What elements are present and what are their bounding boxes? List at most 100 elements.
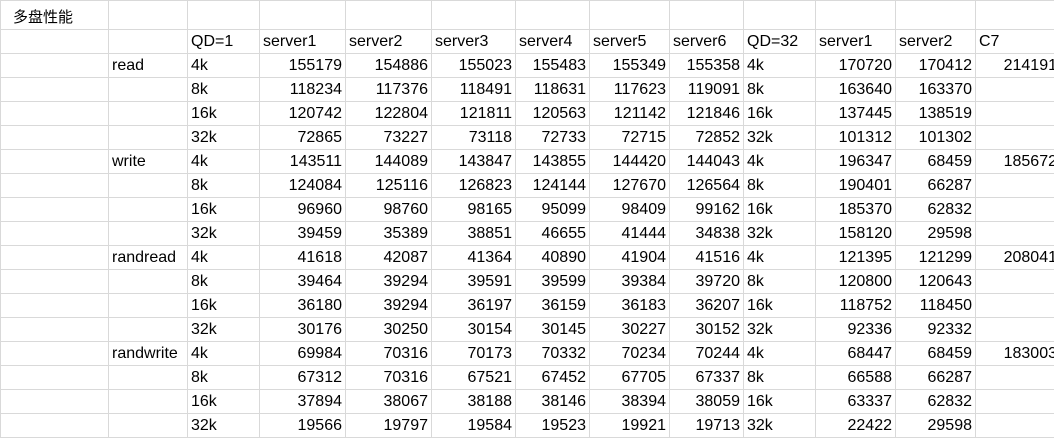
value-server5[interactable]: 70234 — [589, 341, 670, 366]
value-server1[interactable]: 19566 — [259, 413, 346, 438]
header-server5[interactable]: server5 — [589, 29, 670, 54]
value-server2[interactable]: 154886 — [345, 53, 432, 78]
value-server1[interactable]: 96960 — [259, 197, 346, 222]
value-server2[interactable]: 117376 — [345, 77, 432, 102]
header-server3[interactable]: server3 — [431, 29, 516, 54]
value-server4[interactable]: 70332 — [515, 341, 590, 366]
value-server6[interactable]: 39720 — [669, 269, 744, 294]
value-server4[interactable]: 120563 — [515, 101, 590, 126]
value-server5[interactable]: 39384 — [589, 269, 670, 294]
value-server5[interactable]: 127670 — [589, 173, 670, 198]
cell[interactable] — [0, 365, 109, 390]
cell[interactable] — [669, 0, 744, 30]
value-server1-qd32[interactable]: 170720 — [815, 53, 896, 78]
block-size-qd32[interactable]: 8k — [743, 77, 816, 102]
block-size-qd32[interactable]: 32k — [743, 125, 816, 150]
block-size-qd32[interactable]: 32k — [743, 221, 816, 246]
header-server6[interactable]: server6 — [669, 29, 744, 54]
value-server2-qd32[interactable]: 120643 — [895, 269, 976, 294]
block-size-qd1[interactable]: 16k — [187, 101, 260, 126]
value-server5[interactable]: 144420 — [589, 149, 670, 174]
value-server3[interactable]: 118491 — [431, 77, 516, 102]
value-server4[interactable]: 72733 — [515, 125, 590, 150]
value-server4[interactable]: 118631 — [515, 77, 590, 102]
operation-label[interactable] — [108, 173, 188, 198]
value-server4[interactable]: 67452 — [515, 365, 590, 390]
value-server3[interactable]: 67521 — [431, 365, 516, 390]
value-server2[interactable]: 39294 — [345, 293, 432, 318]
operation-label[interactable] — [108, 77, 188, 102]
cell[interactable] — [431, 0, 516, 30]
value-server2[interactable]: 30250 — [345, 317, 432, 342]
value-server1-qd32[interactable]: 92336 — [815, 317, 896, 342]
value-server2[interactable]: 73227 — [345, 125, 432, 150]
value-c7[interactable] — [975, 77, 1054, 102]
value-c7[interactable]: 183003 — [975, 341, 1054, 366]
value-server3[interactable]: 36197 — [431, 293, 516, 318]
value-server1[interactable]: 124084 — [259, 173, 346, 198]
value-server6[interactable]: 126564 — [669, 173, 744, 198]
value-server3[interactable]: 38851 — [431, 221, 516, 246]
block-size-qd1[interactable]: 16k — [187, 389, 260, 414]
block-size-qd1[interactable]: 32k — [187, 221, 260, 246]
cell[interactable] — [0, 29, 109, 54]
value-server4[interactable]: 36159 — [515, 293, 590, 318]
value-server1-qd32[interactable]: 196347 — [815, 149, 896, 174]
block-size-qd1[interactable]: 16k — [187, 197, 260, 222]
header-server1[interactable]: server1 — [259, 29, 346, 54]
block-size-qd1[interactable]: 32k — [187, 125, 260, 150]
block-size-qd1[interactable]: 8k — [187, 173, 260, 198]
block-size-qd32[interactable]: 8k — [743, 173, 816, 198]
value-server6[interactable]: 119091 — [669, 77, 744, 102]
value-server1[interactable]: 143511 — [259, 149, 346, 174]
value-server2-qd32[interactable]: 66287 — [895, 365, 976, 390]
value-server5[interactable]: 72715 — [589, 125, 670, 150]
cell[interactable] — [0, 101, 109, 126]
value-server2[interactable]: 35389 — [345, 221, 432, 246]
value-server1-qd32[interactable]: 66588 — [815, 365, 896, 390]
cell[interactable] — [108, 29, 188, 54]
value-server3[interactable]: 143847 — [431, 149, 516, 174]
value-server6[interactable]: 144043 — [669, 149, 744, 174]
block-size-qd1[interactable]: 32k — [187, 317, 260, 342]
value-server1[interactable]: 120742 — [259, 101, 346, 126]
block-size-qd32[interactable]: 8k — [743, 269, 816, 294]
value-server3[interactable]: 70173 — [431, 341, 516, 366]
value-server5[interactable]: 38394 — [589, 389, 670, 414]
value-server2[interactable]: 70316 — [345, 341, 432, 366]
value-c7[interactable] — [975, 173, 1054, 198]
value-server1[interactable]: 37894 — [259, 389, 346, 414]
value-server4[interactable]: 39599 — [515, 269, 590, 294]
cell[interactable] — [0, 197, 109, 222]
value-server6[interactable]: 155358 — [669, 53, 744, 78]
value-c7[interactable] — [975, 293, 1054, 318]
block-size-qd32[interactable]: 16k — [743, 197, 816, 222]
value-server6[interactable]: 41516 — [669, 245, 744, 270]
value-server1-qd32[interactable]: 163640 — [815, 77, 896, 102]
value-server5[interactable]: 19921 — [589, 413, 670, 438]
block-size-qd32[interactable]: 16k — [743, 389, 816, 414]
value-c7[interactable]: 185672 — [975, 149, 1054, 174]
value-server1[interactable]: 69984 — [259, 341, 346, 366]
value-c7[interactable]: 214191 — [975, 53, 1054, 78]
operation-label[interactable]: write — [108, 149, 188, 174]
block-size-qd32[interactable]: 16k — [743, 293, 816, 318]
block-size-qd1[interactable]: 4k — [187, 149, 260, 174]
value-c7[interactable] — [975, 365, 1054, 390]
value-server1-qd32[interactable]: 68447 — [815, 341, 896, 366]
value-c7[interactable] — [975, 413, 1054, 438]
value-c7[interactable] — [975, 101, 1054, 126]
operation-label[interactable] — [108, 317, 188, 342]
cell[interactable] — [187, 0, 260, 30]
value-server2[interactable]: 42087 — [345, 245, 432, 270]
value-server3[interactable]: 98165 — [431, 197, 516, 222]
value-server4[interactable]: 124144 — [515, 173, 590, 198]
value-server6[interactable]: 19713 — [669, 413, 744, 438]
value-server1-qd32[interactable]: 185370 — [815, 197, 896, 222]
value-server2-qd32[interactable]: 68459 — [895, 341, 976, 366]
block-size-qd1[interactable]: 4k — [187, 245, 260, 270]
value-server1[interactable]: 72865 — [259, 125, 346, 150]
cell[interactable] — [0, 293, 109, 318]
value-c7[interactable] — [975, 125, 1054, 150]
value-server4[interactable]: 95099 — [515, 197, 590, 222]
